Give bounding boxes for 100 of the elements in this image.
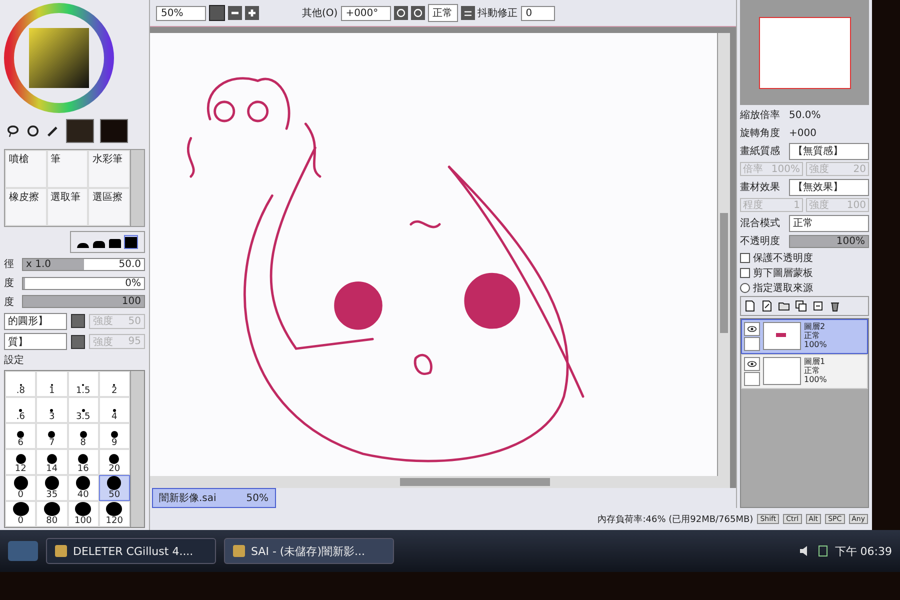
brush-shape-option[interactable] [124, 235, 138, 250]
brush-size-option[interactable]: 0 [5, 475, 36, 502]
opacity-slider[interactable]: 100% [789, 234, 869, 248]
param-label: 度 [4, 296, 15, 309]
copy-layer-icon [795, 300, 807, 312]
radio-button[interactable] [740, 282, 750, 292]
brush-size-option[interactable]: 12 [5, 449, 36, 476]
effect-label: 畫材效果 [740, 180, 781, 194]
brush-size-option[interactable]: 8 [68, 423, 99, 450]
option-label: 指定選取來源 [753, 282, 813, 294]
taskbar-button[interactable]: DELETER CGillust 4.... [46, 538, 216, 564]
paper-dropdown[interactable]: 【無質感】 [789, 142, 869, 160]
brush-size-option[interactable]: .8 [5, 371, 36, 398]
brush-size-option[interactable]: 35 [36, 475, 68, 502]
eye-icon [746, 324, 758, 334]
dropdown-button[interactable] [71, 334, 85, 349]
blend-dropdown[interactable]: 正常 [789, 214, 869, 232]
memory-status: 內存負荷率:46% (已用92MB/765MB) [598, 514, 754, 526]
visibility-toggle[interactable] [744, 322, 760, 336]
folder-icon [778, 300, 790, 312]
strength-field: 強度 50 [89, 314, 145, 329]
horizontal-scrollbar[interactable] [150, 476, 730, 488]
layer-opacity: 100% [804, 340, 827, 349]
param-slider[interactable]: 100 [22, 295, 145, 308]
checkbox[interactable] [740, 252, 750, 262]
param-slider[interactable]: 0% [22, 276, 145, 290]
merge-layer-icon [812, 300, 824, 312]
brush-size-option[interactable]: 1.5 [68, 371, 99, 398]
navigator-preview[interactable] [740, 0, 869, 105]
rotate-left-icon [394, 6, 408, 20]
color-wheel[interactable] [4, 2, 114, 113]
lasso-icon [6, 124, 20, 138]
brush-tool[interactable]: 水彩筆 [88, 150, 130, 188]
rotation-label: 旋轉角度 [740, 126, 781, 140]
layer-name: 圖層2 [804, 322, 826, 331]
effect-dropdown[interactable]: 【無效果】 [789, 178, 869, 196]
brush-size-option[interactable]: 14 [36, 449, 68, 476]
layer-mode: 正常 [804, 366, 821, 375]
brush-size-option[interactable]: 50 [98, 475, 130, 502]
app-icon [233, 545, 245, 557]
brush-size-option[interactable]: .6 [5, 397, 36, 424]
layer-mode: 正常 [804, 331, 821, 340]
vertical-scrollbar[interactable] [717, 33, 730, 476]
texture-dropdown[interactable]: 質】 [4, 333, 67, 350]
detail-label: 設定 [3, 354, 25, 368]
rotation-field[interactable]: +000° [340, 6, 391, 20]
brush-size-option[interactable]: 120 [98, 501, 130, 528]
rotation-value: +000 [789, 128, 816, 138]
param-slider[interactable]: x 1.0 50.0 [22, 258, 145, 271]
visibility-toggle[interactable] [744, 357, 760, 371]
zoom-out-icon [228, 6, 242, 20]
brush-size-option[interactable]: 4 [98, 397, 130, 424]
brush-tool[interactable]: 筆 [46, 150, 88, 188]
primary-color-swatch[interactable] [66, 119, 94, 144]
paper-label: 畫紙質感 [740, 144, 781, 158]
zoom-value: 50.0% [789, 110, 821, 120]
brush-size-option[interactable]: 3.5 [68, 397, 99, 424]
opacity-label: 不透明度 [740, 234, 781, 248]
zoom-field[interactable]: 50% [156, 6, 206, 20]
scale-field: 倍率 100% [740, 162, 803, 176]
layer-opacity: 100% [804, 375, 827, 384]
blend-mode-button[interactable]: 正常 [428, 4, 458, 22]
brush-size-option[interactable]: 2 [98, 371, 130, 398]
layer-row[interactable]: 圖層1 正常 100% [741, 354, 868, 389]
checkbox[interactable] [740, 268, 750, 278]
brush-tool[interactable]: 橡皮擦 [5, 188, 47, 226]
brush-tool[interactable]: 噴槍 [5, 150, 47, 188]
flip-icon [460, 6, 475, 20]
brush-size-option[interactable]: 40 [68, 475, 99, 502]
clock[interactable]: 下午 06:39 [834, 544, 892, 558]
brush-size-option[interactable]: 16 [68, 449, 99, 476]
rotate-right-icon [410, 6, 425, 20]
brush-size-option[interactable]: 7 [36, 423, 68, 450]
brush-size-option[interactable]: 3 [36, 397, 68, 424]
texture-dropdown[interactable]: 的圓形】 [4, 312, 67, 330]
brush-size-option[interactable]: 1 [36, 371, 68, 398]
menu-item[interactable]: 其他(O) [302, 6, 338, 20]
param-label: 度 [4, 276, 15, 290]
drawing-canvas[interactable] [150, 33, 717, 476]
secondary-color-swatch[interactable] [100, 119, 128, 144]
size-scrollbar[interactable] [130, 371, 144, 528]
tool-scrollbar[interactable] [130, 150, 144, 226]
layer-row[interactable]: 圖層2 正常 100% [741, 319, 868, 354]
brush-size-option[interactable]: 6 [5, 423, 36, 450]
stabilizer-field[interactable]: 0 [520, 6, 555, 20]
battery-icon [816, 545, 829, 557]
dropdown-button[interactable] [71, 314, 85, 328]
app-icon [55, 545, 67, 557]
brush-size-option[interactable]: 100 [68, 501, 99, 528]
document-tab[interactable]: 闇新影像.sai 50% [152, 488, 276, 508]
brush-tool[interactable]: 選取筆 [46, 188, 88, 226]
option-label: 保護不透明度 [753, 252, 813, 264]
layer-name: 圖層1 [804, 357, 826, 366]
zoom-in-icon [245, 6, 259, 20]
taskbar-button[interactable]: SAI - (未儲存)闇新影... [224, 538, 394, 564]
degree-field: 程度 1 [740, 198, 803, 212]
brush-size-option[interactable]: 0 [5, 501, 36, 528]
brush-tool[interactable]: 選區擦 [88, 188, 130, 226]
brush-size-option[interactable]: 80 [36, 501, 68, 528]
eye-icon [746, 359, 758, 369]
